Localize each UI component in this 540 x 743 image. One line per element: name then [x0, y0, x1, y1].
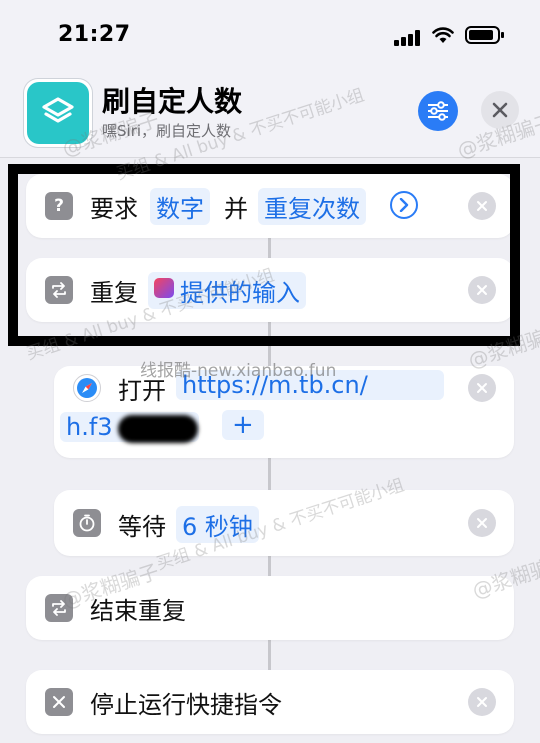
- shortcut-app-icon[interactable]: [24, 79, 92, 147]
- safari-icon: [73, 374, 101, 402]
- flow-connector: [268, 458, 271, 490]
- close-icon: [477, 518, 487, 528]
- sliders-icon: [428, 101, 448, 121]
- close-icon: [477, 383, 487, 393]
- shortcuts-layers-icon: [42, 97, 74, 123]
- wifi-icon: [432, 27, 454, 43]
- remove-action-button[interactable]: [468, 374, 496, 402]
- status-bar: 21:27: [0, 0, 540, 70]
- remove-action-button[interactable]: [468, 688, 496, 716]
- shortcut-subtitle: 嘿Siri，刷自定人数: [102, 122, 232, 140]
- open-action-label: 打开: [118, 377, 166, 405]
- status-time: 21:27: [58, 22, 131, 47]
- open-url-action[interactable]: 打开 https://m.tb.cn/ h.f3 +: [54, 366, 514, 458]
- shortcut-header: 刷自定人数 嘿Siri，刷自定人数: [0, 70, 540, 158]
- wait-action-label: 等待: [118, 513, 166, 541]
- cellular-signal-icon: [394, 30, 420, 46]
- wait-action[interactable]: 等待 6 秒钟: [54, 490, 514, 556]
- settings-button[interactable]: [418, 91, 458, 131]
- repeat-icon: [45, 594, 73, 622]
- flow-connector: [268, 556, 271, 576]
- end-repeat-label: 结束重复: [90, 597, 186, 625]
- stop-icon: [45, 688, 73, 716]
- battery-icon: [465, 26, 504, 44]
- stop-action-label: 停止运行快捷指令: [90, 691, 282, 719]
- end-repeat-action[interactable]: 结束重复: [26, 576, 514, 640]
- stop-shortcut-action[interactable]: 停止运行快捷指令: [26, 670, 514, 734]
- close-button[interactable]: [481, 91, 519, 129]
- redaction-mark: [118, 415, 198, 443]
- timer-icon: [73, 509, 101, 537]
- close-icon: [477, 697, 487, 707]
- remove-action-button[interactable]: [468, 509, 496, 537]
- shortcut-title[interactable]: 刷自定人数: [102, 80, 242, 120]
- close-icon: [492, 102, 508, 118]
- add-variable-button[interactable]: +: [222, 410, 264, 440]
- flow-connector: [268, 640, 271, 670]
- wait-duration-token[interactable]: 6 秒钟: [176, 506, 259, 543]
- highlight-frame: [8, 164, 520, 346]
- url-token-line1[interactable]: https://m.tb.cn/: [176, 370, 444, 400]
